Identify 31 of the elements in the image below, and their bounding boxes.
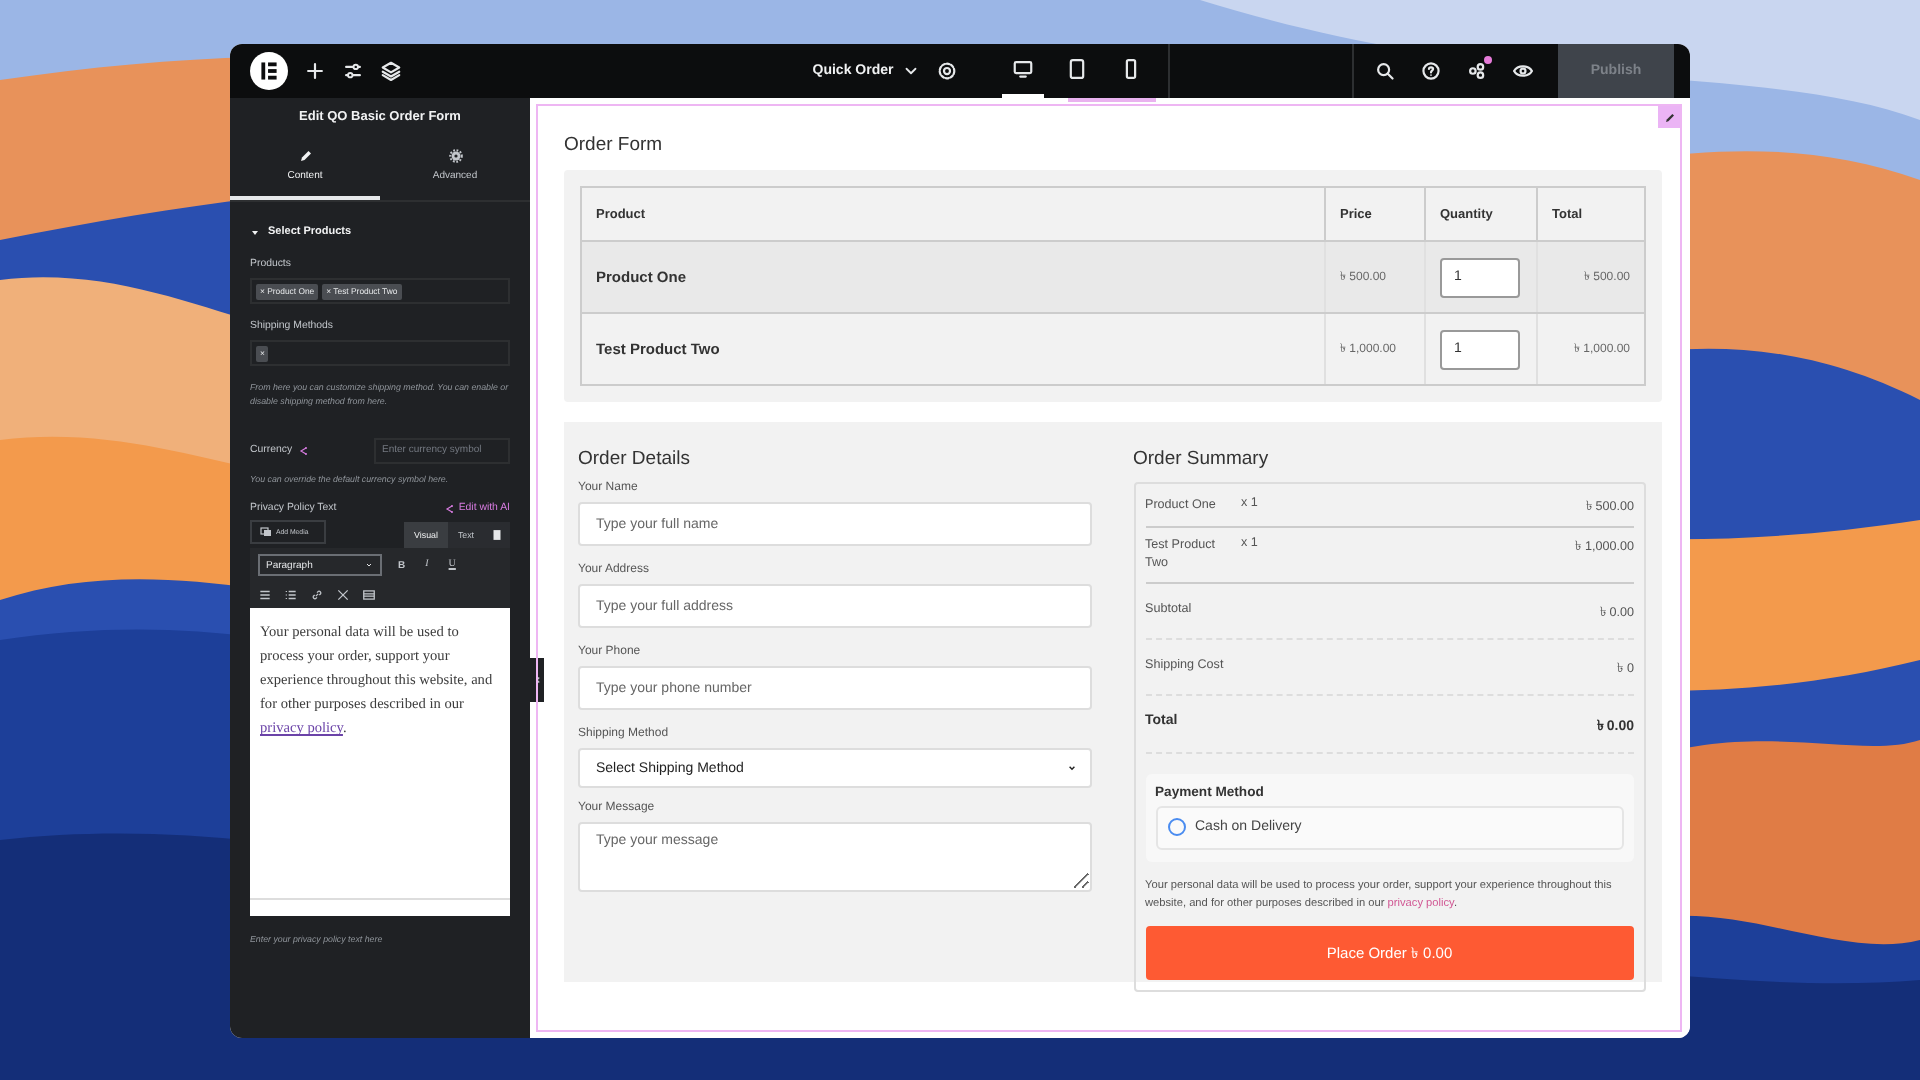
bullet-list-icon[interactable] <box>258 588 272 603</box>
share-icon <box>444 503 455 514</box>
tablet-icon <box>1065 58 1088 80</box>
pencil-icon <box>1661 109 1677 125</box>
search-icon[interactable] <box>1374 60 1396 82</box>
desktop-icon <box>1011 58 1034 80</box>
media-icon <box>260 526 272 539</box>
plus-icon[interactable] <box>304 60 326 82</box>
link-icon[interactable] <box>310 588 324 603</box>
section-title: Order Summary <box>1133 448 1271 470</box>
document-icon[interactable] <box>490 528 504 543</box>
toolbar-toggle-icon[interactable] <box>362 588 376 603</box>
chevron-down-icon <box>1065 762 1077 774</box>
notification-dot <box>1484 56 1492 64</box>
apps-icon[interactable] <box>1466 60 1488 82</box>
sliders-icon[interactable] <box>342 60 364 82</box>
section-handle[interactable] <box>1068 98 1156 102</box>
caret-icon <box>250 227 260 237</box>
fullscreen-icon[interactable] <box>336 588 350 603</box>
share-icon <box>298 445 309 456</box>
section-title: Order Details <box>578 448 692 470</box>
eye-icon[interactable] <box>1512 60 1534 82</box>
help-icon[interactable] <box>1420 60 1442 82</box>
numbered-list-icon[interactable] <box>284 588 298 603</box>
form-title: Order Form <box>564 134 665 156</box>
radio-button[interactable] <box>1167 818 1185 837</box>
logo-icon[interactable] <box>250 52 288 90</box>
pencil-icon <box>297 148 313 164</box>
edit-widget-button[interactable] <box>1658 106 1680 128</box>
chevron-down-icon <box>901 62 920 80</box>
layers-icon[interactable] <box>380 60 402 82</box>
